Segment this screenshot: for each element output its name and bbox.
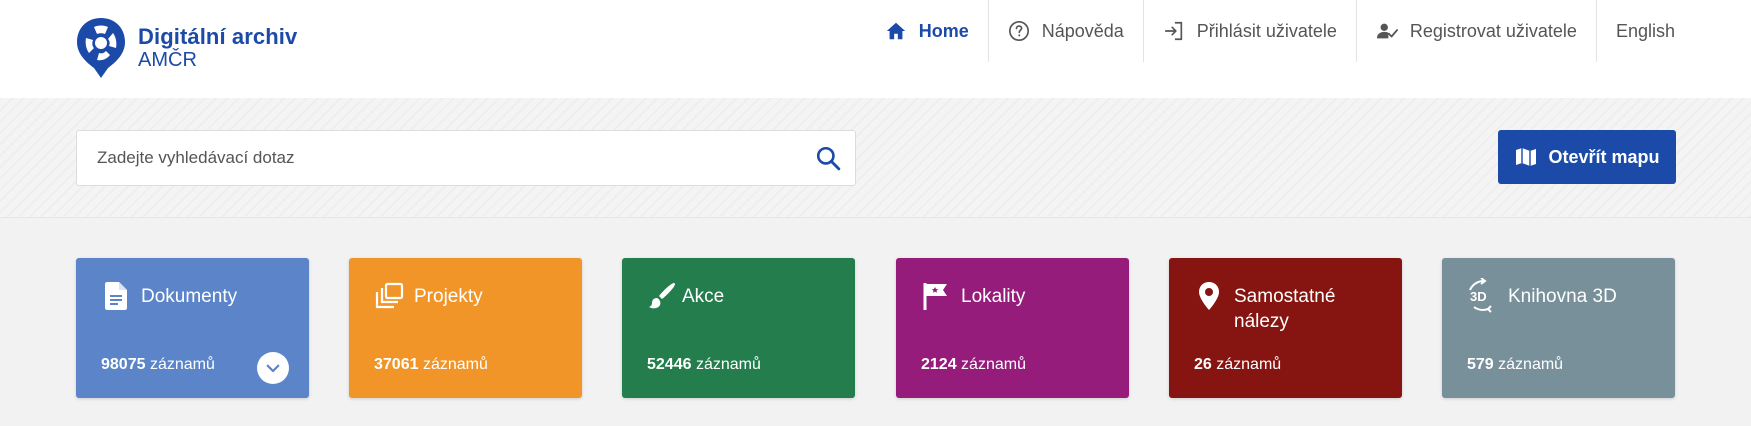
tile-title: Knihovna 3D — [1508, 286, 1617, 307]
open-map-button[interactable]: Otevřít mapu — [1498, 130, 1676, 184]
document-icon — [105, 282, 127, 310]
nav-language-label: English — [1615, 20, 1675, 41]
nav-help-label: Nápověda — [1041, 20, 1124, 41]
tile-projekty[interactable]: Projekty 37061 záznamů — [349, 258, 582, 398]
tile-samostatne-nalezy[interactable]: Samostatné nálezy 26 záznamů — [1169, 258, 1402, 398]
search-icon[interactable] — [815, 145, 841, 171]
header: Digitální archiv AMČR Home Nápověda Přih… — [0, 0, 1751, 98]
nav-register[interactable]: Registrovat uživatele — [1357, 0, 1597, 62]
tile-title: Lokality — [961, 286, 1026, 307]
user-check-icon — [1376, 23, 1398, 39]
category-tiles: Dokumenty 98075 záznamů Projekty 37061 z… — [76, 258, 1676, 398]
nav-login-label: Přihlásit uživatele — [1196, 20, 1337, 41]
3d-rotate-icon: 3D — [1469, 278, 1492, 313]
chevron-down-icon — [266, 364, 280, 373]
tile-count-value: 26 — [1194, 356, 1212, 373]
tile-count-unit: záznamů — [961, 356, 1026, 373]
login-icon — [1164, 21, 1182, 41]
open-map-label: Otevřít mapu — [1548, 146, 1660, 167]
home-icon — [886, 22, 905, 40]
nav-login[interactable]: Přihlásit uživatele — [1144, 0, 1357, 62]
nav-language[interactable]: English — [1597, 0, 1675, 62]
logo[interactable]: Digitální archiv AMČR — [74, 16, 297, 80]
search-box — [76, 130, 856, 186]
nav-home-label: Home — [918, 20, 969, 41]
nav-home[interactable]: Home — [866, 0, 989, 62]
tile-count: 579 záznamů — [1467, 356, 1563, 374]
tile-title: Samostatné nálezy — [1234, 286, 1336, 332]
tile-lokality[interactable]: Lokality 2124 záznamů — [896, 258, 1129, 398]
tile-title: Projekty — [414, 286, 483, 307]
tile-count: 37061 záznamů — [374, 356, 488, 374]
tile-count-value: 52446 — [647, 356, 692, 373]
logo-title: Digitální archiv — [138, 24, 298, 49]
tile-count-unit: záznamů — [1216, 356, 1282, 373]
tile-count: 98075 záznamů — [101, 356, 215, 374]
tile-count: 52446 záznamů — [647, 356, 761, 374]
tile-title: Dokumenty — [141, 286, 238, 307]
logo-subtitle: AMČR — [138, 49, 197, 71]
tile-knihovna-3d[interactable]: 3D Knihovna 3D 579 záznamů — [1442, 258, 1675, 398]
tile-count: 26 záznamů — [1194, 356, 1281, 374]
nav-help[interactable]: Nápověda — [989, 0, 1144, 62]
layers-icon — [375, 282, 404, 309]
expand-toggle[interactable] — [257, 352, 289, 384]
tile-count: 2124 záznamů — [921, 356, 1026, 374]
tile-count-unit: záznamů — [1498, 356, 1564, 373]
nav-register-label: Registrovat uživatele — [1409, 20, 1577, 41]
brush-icon — [649, 283, 675, 309]
map-pin-icon — [1199, 282, 1219, 310]
tile-count-value: 37061 — [374, 356, 419, 373]
map-icon — [1516, 148, 1537, 166]
tile-dokumenty[interactable]: Dokumenty 98075 záznamů — [76, 258, 309, 398]
help-circle-icon — [1008, 21, 1029, 41]
search-band: Otevřít mapu — [0, 98, 1751, 218]
tile-count-value: 579 — [1467, 356, 1494, 373]
tile-count-unit: záznamů — [149, 356, 215, 373]
svg-text:3D: 3D — [1470, 289, 1487, 304]
tile-count-unit: záznamů — [422, 356, 488, 373]
logo-icon — [77, 18, 125, 78]
flag-icon — [923, 283, 947, 310]
tile-count-unit: záznamů — [695, 356, 761, 373]
top-nav: Home Nápověda Přihlásit uživatele Regist… — [866, 0, 1675, 62]
tile-akce[interactable]: Akce 52446 záznamů — [622, 258, 855, 398]
tile-count-value: 2124 — [921, 356, 957, 373]
search-input[interactable] — [77, 131, 797, 185]
tile-count-value: 98075 — [101, 356, 146, 373]
tile-title: Akce — [682, 286, 725, 307]
